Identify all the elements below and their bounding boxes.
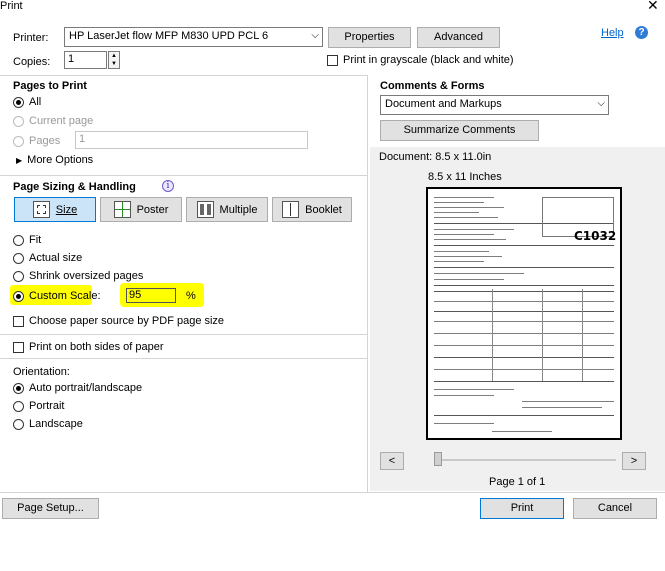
tab-multiple[interactable]: Multiple	[186, 197, 268, 222]
fit-option[interactable]: Fit	[13, 234, 41, 246]
properties-button[interactable]: Properties	[328, 27, 411, 48]
tab-booklet-label: Booklet	[305, 203, 342, 216]
print-button[interactable]: Print	[480, 498, 564, 519]
both-sides-checkbox[interactable]	[13, 341, 24, 353]
actual-size-label: Actual size	[29, 252, 83, 264]
paper-size: 8.5 x 11 Inches	[428, 171, 502, 183]
copies-label: Copies:	[13, 56, 51, 68]
orientation-auto-radio[interactable]	[13, 382, 24, 394]
chevron-down-icon: ⌵	[597, 98, 605, 109]
fit-radio[interactable]	[13, 234, 24, 246]
booklet-icon	[282, 201, 300, 218]
custom-scale-option[interactable]: Custom Scale:	[13, 290, 101, 302]
pages-to-print-heading: Pages to Print	[13, 80, 87, 92]
pages-range-label: Pages	[29, 135, 61, 147]
grayscale-option[interactable]: Print in grayscale (black and white)	[327, 54, 514, 66]
window-title: Print	[0, 0, 23, 12]
actual-size-radio[interactable]	[13, 252, 24, 264]
grayscale-label: Print in grayscale (black and white)	[343, 54, 514, 66]
orientation-landscape-option[interactable]: Landscape	[13, 418, 83, 430]
tab-poster[interactable]: Poster	[100, 197, 182, 222]
paper-source-label: Choose paper source by PDF page size	[29, 315, 225, 327]
tab-booklet[interactable]: Booklet	[272, 197, 352, 222]
orientation-auto-option[interactable]: Auto portrait/landscape	[13, 382, 142, 394]
tab-poster-label: Poster	[136, 203, 169, 216]
pages-range-option[interactable]: Pages	[13, 135, 60, 147]
orientation-auto-label: Auto portrait/landscape	[29, 382, 143, 394]
comments-forms-value: Document and Markups	[385, 98, 502, 110]
more-options-toggle[interactable]: ▶ More Options	[16, 154, 93, 166]
percent-sign: %	[186, 290, 196, 302]
document-size: Document: 8.5 x 11.0in	[379, 151, 492, 163]
current-page-label: Current page	[29, 115, 94, 127]
orientation-landscape-label: Landscape	[29, 418, 83, 430]
pages-range-radio[interactable]	[13, 135, 24, 147]
tab-size-label: Size	[55, 203, 78, 216]
orientation-portrait-radio[interactable]	[13, 400, 24, 412]
custom-scale-input[interactable]: 95	[126, 288, 176, 303]
document-thumbnail: C1032	[432, 193, 616, 434]
shrink-label: Shrink oversized pages	[29, 270, 144, 282]
page-sizing-heading: Page Sizing & Handling	[13, 181, 136, 193]
help-icon[interactable]: ?	[635, 26, 648, 39]
actual-size-option[interactable]: Actual size	[13, 252, 82, 264]
fit-label: Fit	[29, 234, 42, 246]
paper-source-option[interactable]: Choose paper source by PDF page size	[13, 315, 224, 327]
copies-stepper[interactable]: ▲ ▼	[108, 51, 120, 69]
shrink-option[interactable]: Shrink oversized pages	[13, 270, 143, 282]
divider	[367, 75, 368, 493]
pages-all-radio[interactable]	[13, 96, 24, 108]
summarize-comments-button[interactable]: Summarize Comments	[380, 120, 539, 141]
both-sides-option[interactable]: Print on both sides of paper	[13, 341, 164, 353]
advanced-button[interactable]: Advanced	[417, 27, 500, 48]
custom-scale-label: Custom Scale:	[29, 290, 101, 302]
size-icon	[32, 201, 50, 218]
expand-arrow-icon: ▶	[16, 155, 23, 165]
document-stamp: C1032	[574, 229, 616, 243]
comments-forms-select[interactable]: Document and Markups ⌵	[380, 95, 609, 115]
poster-icon	[113, 201, 131, 218]
paper-source-checkbox[interactable]	[13, 315, 24, 327]
multiple-pages-icon	[196, 201, 214, 218]
tab-multiple-label: Multiple	[219, 203, 258, 216]
printer-select-value: HP LaserJet flow MFP M830 UPD PCL 6	[69, 30, 269, 42]
orientation-heading: Orientation:	[13, 366, 70, 378]
page-indicator: Page 1 of 1	[489, 476, 546, 488]
pages-all-option[interactable]: All	[13, 96, 41, 108]
page-setup-button[interactable]: Page Setup...	[2, 498, 99, 519]
close-icon[interactable]: ✕	[647, 0, 659, 14]
page-slider-handle[interactable]	[434, 452, 442, 466]
pages-range-input[interactable]: 1	[75, 131, 308, 149]
current-page-radio[interactable]	[13, 115, 24, 127]
pages-all-label: All	[29, 96, 42, 108]
divider	[0, 492, 665, 493]
orientation-portrait-label: Portrait	[29, 400, 65, 412]
page-preview: C1032	[426, 187, 622, 440]
shrink-radio[interactable]	[13, 270, 24, 282]
tab-size[interactable]: Size	[14, 197, 96, 222]
divider	[0, 334, 367, 335]
grayscale-checkbox[interactable]	[327, 54, 338, 66]
both-sides-label: Print on both sides of paper	[29, 341, 164, 353]
printer-select[interactable]: HP LaserJet flow MFP M830 UPD PCL 6 ⌵	[64, 27, 323, 47]
divider	[0, 358, 367, 359]
copies-input[interactable]: 1	[64, 51, 107, 69]
orientation-landscape-radio[interactable]	[13, 418, 24, 430]
current-page-option[interactable]: Current page	[13, 115, 93, 127]
info-icon[interactable]: i	[162, 180, 174, 192]
printer-label: Printer:	[13, 32, 49, 44]
chevron-down-icon: ⌵	[311, 30, 319, 41]
cancel-button[interactable]: Cancel	[573, 498, 657, 519]
prev-page-button[interactable]: <	[380, 452, 404, 470]
divider	[0, 75, 368, 76]
page-slider-track[interactable]	[436, 459, 616, 461]
comments-forms-heading: Comments & Forms	[380, 80, 485, 92]
custom-scale-radio[interactable]	[13, 290, 24, 302]
next-page-button[interactable]: >	[622, 452, 646, 470]
help-link[interactable]: Help	[601, 27, 624, 39]
more-options-label: More Options	[27, 154, 94, 166]
orientation-portrait-option[interactable]: Portrait	[13, 400, 64, 412]
divider	[0, 175, 367, 176]
